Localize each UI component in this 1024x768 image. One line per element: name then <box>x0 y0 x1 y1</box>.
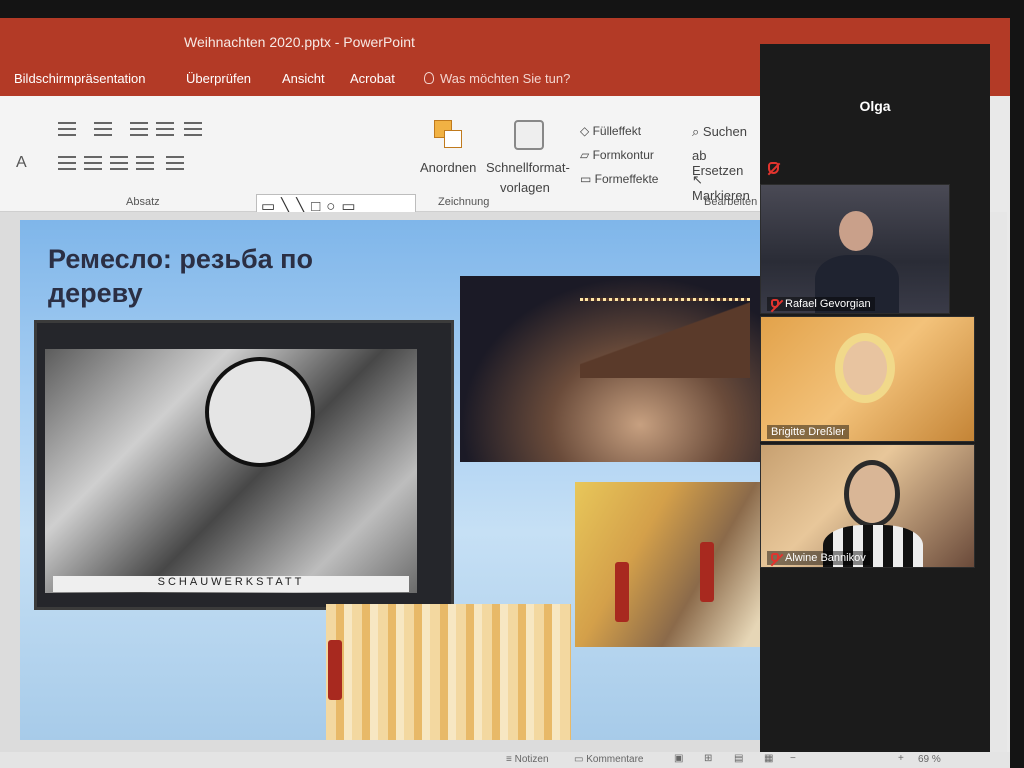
numbering-icon[interactable] <box>94 122 112 136</box>
arrange-button[interactable]: Anordnen <box>420 160 476 175</box>
notes-button[interactable]: ≡ Notizen <box>506 754 549 765</box>
participant-tile[interactable]: Alwine Bannikov <box>760 444 975 568</box>
decrease-indent-icon[interactable] <box>130 122 148 136</box>
participant-video <box>849 465 895 523</box>
shape-outline-button[interactable]: ▱ Formkontur <box>580 148 654 162</box>
participant-tile[interactable]: Rafael Gevorgian <box>760 184 950 314</box>
shape-outline-label: Formkontur <box>592 148 654 162</box>
group-label-paragraph: Absatz <box>126 196 160 208</box>
powerpoint-window: Weihnachten 2020.pptx - PowerPoint Bilds… <box>0 18 1010 768</box>
arrange-icon[interactable] <box>434 120 464 150</box>
slide-sorter-icon[interactable]: ⊞ <box>704 753 712 764</box>
participant-name-text: Rafael Gevorgian <box>785 298 871 310</box>
mic-muted-icon <box>768 162 779 174</box>
notes-label: Notizen <box>514 754 549 765</box>
self-view-name: Olga <box>859 98 891 114</box>
house-lights-image <box>580 298 750 378</box>
cooperative-seal-image <box>205 357 315 467</box>
group-label-drawing: Zeichnung <box>438 196 490 208</box>
align-center-icon[interactable] <box>84 156 102 170</box>
workshop-photo[interactable]: SCHAUWERKSTATT <box>34 320 454 610</box>
snowy-house-photo[interactable] <box>460 276 760 462</box>
participant-name: Rafael Gevorgian <box>767 297 875 311</box>
find-label: Suchen <box>702 124 747 139</box>
line-spacing-icon[interactable] <box>184 122 202 136</box>
slide-canvas[interactable]: Ремесло: резьба по дереву SCHAUWERKSTATT <box>20 220 880 740</box>
mic-muted-icon <box>771 299 779 308</box>
participant-video <box>839 211 873 251</box>
participant-name: Brigitte Dreßler <box>767 425 849 439</box>
shape-effects-button[interactable]: ▭ Formeffekte <box>580 172 658 186</box>
participant-tile[interactable]: Brigitte Dreßler <box>760 316 975 442</box>
tell-me-search[interactable]: Was möchten Sie tun? <box>424 71 570 86</box>
participant-name-text: Brigitte Dreßler <box>771 426 845 438</box>
nutcracker-image <box>615 562 629 622</box>
align-left-icon[interactable] <box>58 156 76 170</box>
quick-styles-label-2[interactable]: vorlagen <box>500 180 550 195</box>
mic-muted-icon <box>771 553 779 562</box>
slide-title-line-2: дереву <box>48 278 143 308</box>
slideshow-icon[interactable]: ▦ <box>764 753 773 764</box>
lightbulb-icon <box>424 72 434 84</box>
status-bar: ≡ Notizen ▭ Kommentare ▣ ⊞ ▤ ▦ − + 69 % <box>0 752 1010 768</box>
bullets-icon[interactable] <box>58 122 76 136</box>
group-label-editing: Bearbeiten <box>704 196 758 208</box>
participant-name: Alwine Bannikov <box>767 551 870 565</box>
tab-review[interactable]: Überprüfen <box>186 71 251 86</box>
shape-effects-label: Formeffekte <box>594 172 659 186</box>
zoom-out-button[interactable]: − <box>790 753 796 764</box>
workshop-caption: SCHAUWERKSTATT <box>53 576 409 592</box>
slide-title-line-1: Ремесло: резьба по <box>48 244 313 274</box>
normal-view-icon[interactable]: ▣ <box>674 753 683 764</box>
tell-me-label: Was möchten Sie tun? <box>440 71 571 86</box>
tab-view[interactable]: Ansicht <box>282 71 325 86</box>
window-title: Weihnachten 2020.pptx - PowerPoint <box>184 34 415 50</box>
slide-title[interactable]: Ремесло: резьба по дереву <box>48 242 313 310</box>
align-right-icon[interactable] <box>110 156 128 170</box>
comments-button[interactable]: ▭ Kommentare <box>574 754 643 765</box>
quick-styles-label-1[interactable]: Schnellformat- <box>486 160 570 175</box>
video-call-panel: Olga Rafael Gevorgian Brigitte Dreßler A… <box>760 44 990 768</box>
comments-label: Kommentare <box>586 754 644 765</box>
shape-fill-button[interactable]: ◇ Fülleffekt <box>580 124 641 138</box>
increase-indent-icon[interactable] <box>156 122 174 136</box>
carved-trees-photo[interactable] <box>326 604 571 740</box>
justify-icon[interactable] <box>136 156 154 170</box>
nutcracker-image <box>328 640 342 700</box>
participant-video <box>843 341 887 395</box>
columns-icon[interactable] <box>166 156 184 170</box>
nutcracker-image <box>700 542 714 602</box>
font-color-icon[interactable]: A <box>16 154 27 172</box>
zoom-level[interactable]: 69 % <box>918 754 941 765</box>
workshop-collage <box>45 349 417 593</box>
find-button[interactable]: ⌕ Suchen <box>692 124 747 140</box>
ribbon: A Absatz ▭╲╲□○▭△⌐⌐⇨⇩⊐∿⌒∫{}☆ Anordnen Sch… <box>0 96 760 266</box>
monitor: Weihnachten 2020.pptx - PowerPoint Bilds… <box>0 0 1024 768</box>
tab-acrobat[interactable]: Acrobat <box>350 71 395 86</box>
tab-slideshow[interactable]: Bildschirmpräsentation <box>14 71 146 86</box>
reading-view-icon[interactable]: ▤ <box>734 753 743 764</box>
zoom-in-button[interactable]: + <box>898 753 904 764</box>
participant-name-text: Alwine Bannikov <box>785 552 866 564</box>
quick-styles-icon[interactable] <box>514 120 544 150</box>
shape-fill-label: Fülleffekt <box>592 124 642 138</box>
